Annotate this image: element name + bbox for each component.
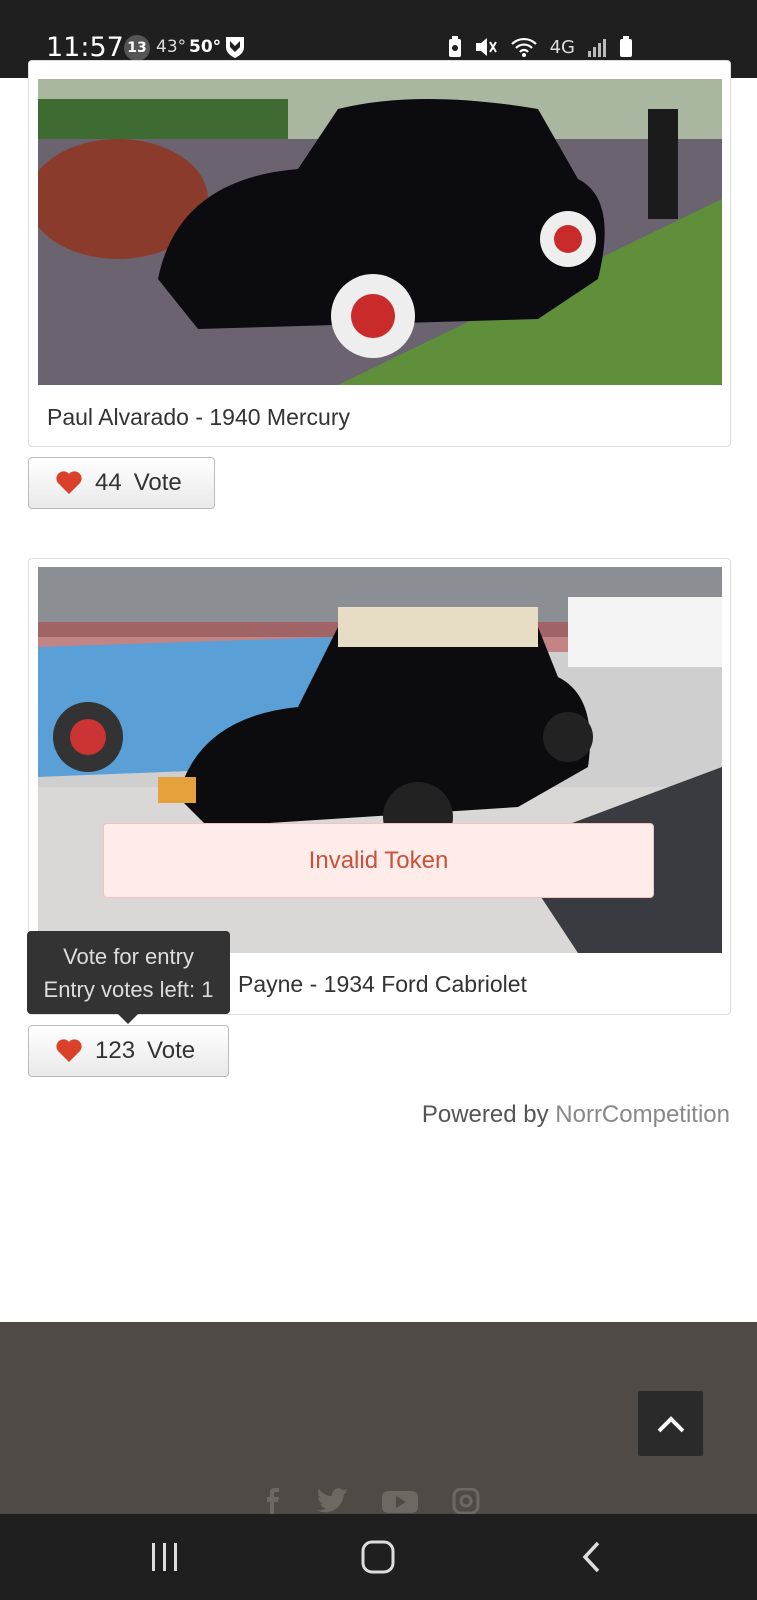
entry-caption-1: Paul Alvarado - 1940 Mercury (47, 404, 350, 430)
entry-card-1: Paul Alvarado - 1940 Mercury (28, 60, 731, 447)
vote-count-1: 44 (95, 469, 122, 496)
battery-icon (620, 36, 632, 57)
heart-icon (56, 1039, 82, 1062)
powered-prefix: Powered by (421, 1101, 549, 1128)
invalid-token-alert: Invalid Token (103, 823, 654, 898)
vote-button-1[interactable]: 44 Vote (28, 457, 215, 509)
home-icon (361, 1540, 395, 1574)
weather-temp: 43° (156, 37, 187, 57)
back-icon (582, 1541, 600, 1573)
back-button[interactable] (561, 1534, 621, 1580)
heart-icon (56, 471, 82, 494)
network-type: 4G (549, 36, 575, 58)
system-nav-bar (0, 1514, 757, 1600)
recents-icon (152, 1543, 177, 1571)
vote-tooltip: Vote for entry Entry votes left: 1 (27, 931, 230, 1024)
scroll-to-top-button[interactable] (638, 1391, 703, 1456)
signal-icon (588, 39, 606, 57)
vote-label-2: Vote (147, 1037, 196, 1064)
notification-badge-icon: 13 (124, 35, 150, 61)
alert-message: Invalid Token (308, 846, 449, 874)
social-links (262, 1488, 480, 1514)
weather-temp-high: 50° (189, 37, 222, 57)
facebook-icon[interactable] (262, 1488, 282, 1514)
vote-label-1: Vote (133, 469, 182, 496)
mute-icon (475, 38, 497, 56)
shield-icon (226, 37, 244, 58)
powered-brand-link[interactable]: NorrCompetition (555, 1101, 730, 1128)
vote-count-2: 123 (95, 1037, 136, 1064)
instagram-icon[interactable] (452, 1488, 480, 1514)
recents-button[interactable] (135, 1534, 195, 1580)
wifi-icon (510, 37, 537, 57)
powered-by: Powered by NorrCompetition (422, 1101, 730, 1129)
tooltip-line-1: Vote for entry (63, 944, 194, 969)
status-time: 11:57 (46, 32, 124, 63)
tooltip-line-2: Entry votes left: 1 (43, 977, 214, 1002)
home-button[interactable] (348, 1534, 408, 1580)
vote-button-2[interactable]: 123 Vote (28, 1025, 229, 1077)
status-icons: 4G (448, 36, 633, 58)
youtube-icon[interactable] (382, 1488, 418, 1514)
twitter-icon[interactable] (316, 1488, 348, 1514)
entry-photo-1[interactable] (38, 79, 722, 385)
battery-saver-icon (448, 36, 461, 57)
entry-caption-2: Payne - 1934 Ford Cabriolet (238, 971, 527, 997)
chevron-up-icon (657, 1415, 684, 1432)
